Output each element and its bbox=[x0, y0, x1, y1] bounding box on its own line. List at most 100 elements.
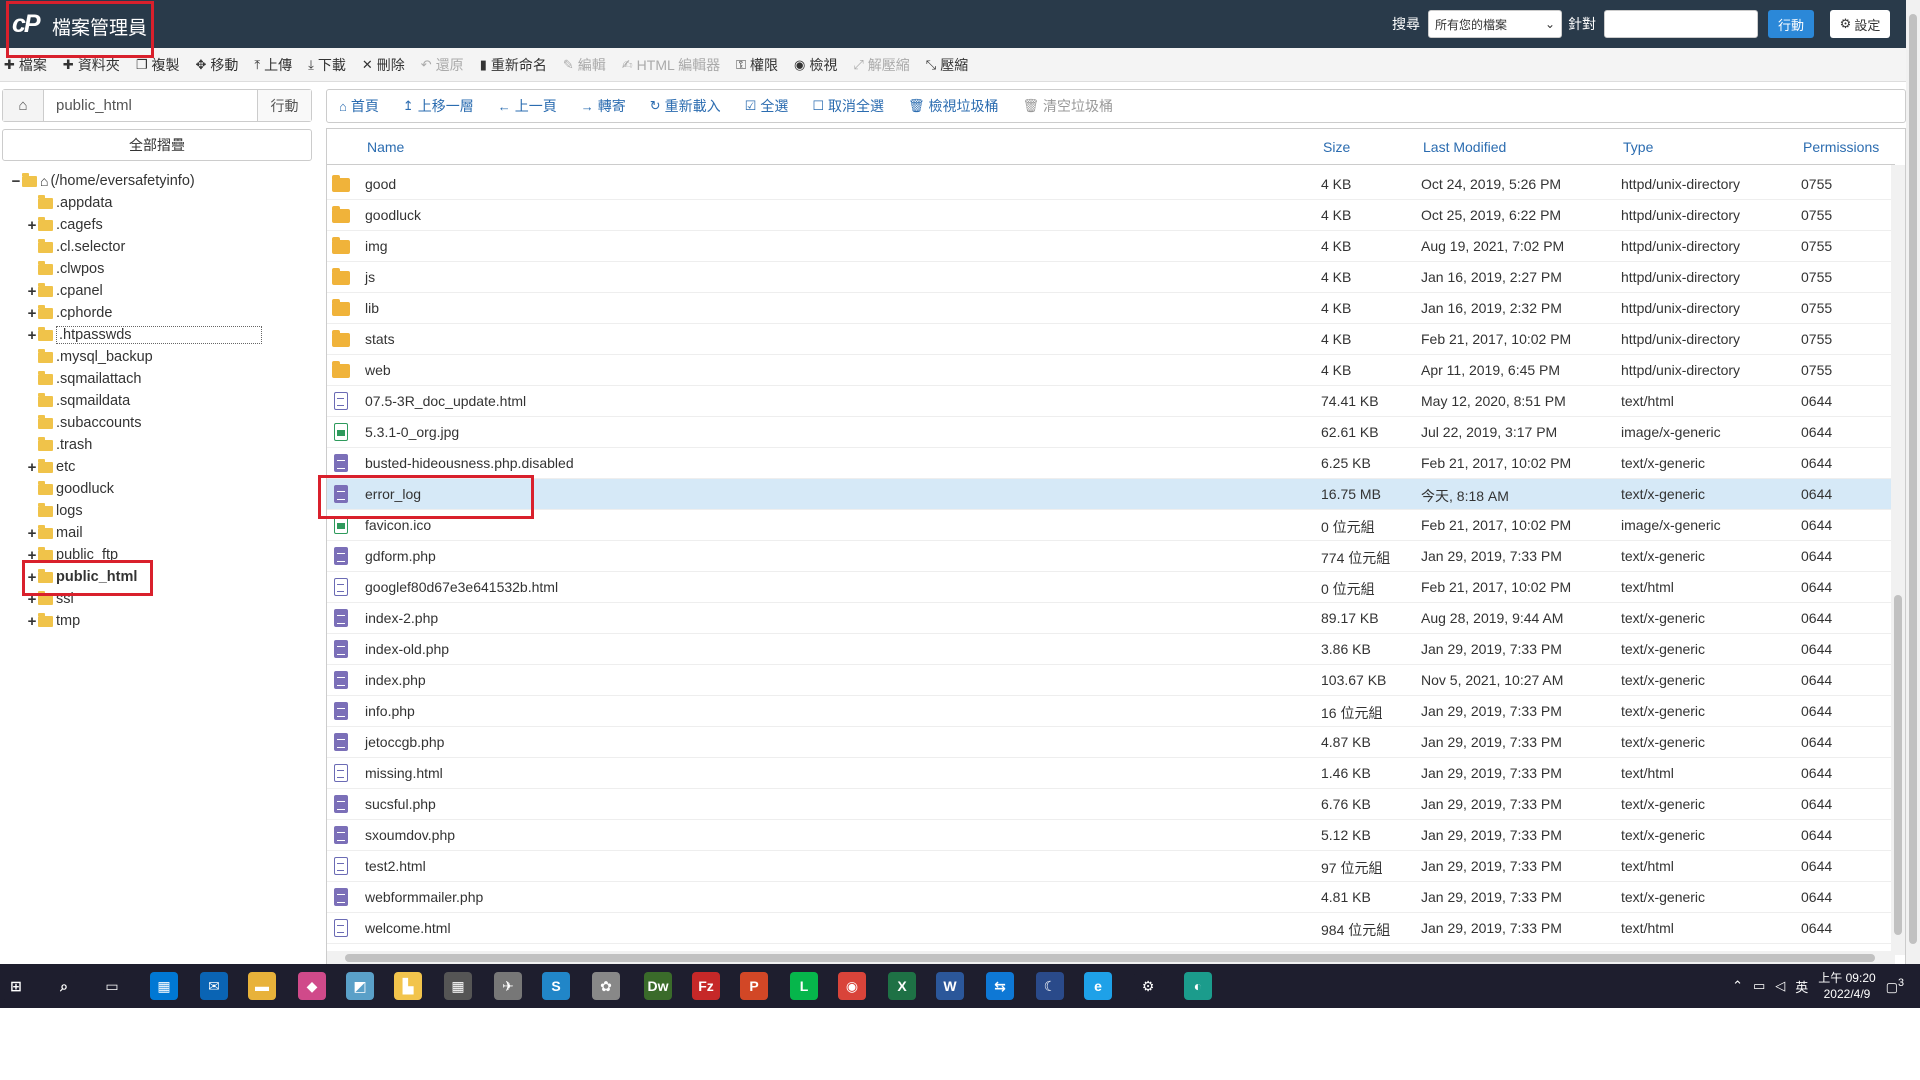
file-name[interactable]: web bbox=[365, 362, 391, 378]
horizontal-scroll-thumb[interactable] bbox=[345, 954, 1875, 962]
vertical-scrollbar[interactable] bbox=[1891, 165, 1905, 955]
file-name[interactable]: 07.5-3R_doc_update.html bbox=[365, 393, 526, 409]
table-row[interactable]: 5.3.1-0_org.jpg 62.61 KB Jul 22, 2019, 3:1… bbox=[327, 417, 1891, 448]
toolbar-button-5[interactable]: ⤓ 下載 bbox=[308, 55, 346, 75]
file-name[interactable]: sucsful.php bbox=[365, 796, 436, 812]
file-name[interactable]: index-old.php bbox=[365, 641, 449, 657]
column-name[interactable]: Name bbox=[367, 139, 404, 155]
nav-button-8[interactable]: 🗑 清空垃圾桶 bbox=[1023, 96, 1114, 116]
tree-expander-icon[interactable]: + bbox=[26, 459, 38, 476]
file-name[interactable]: busted-hideousness.php.disabled bbox=[365, 455, 574, 471]
store-icon[interactable]: ▦ bbox=[150, 972, 178, 1000]
file-name[interactable]: welcome.html bbox=[365, 920, 451, 936]
edge-icon[interactable]: ◐ bbox=[1184, 972, 1212, 1000]
tree-expander-icon[interactable]: + bbox=[26, 613, 38, 630]
file-name[interactable]: lib bbox=[365, 300, 379, 316]
toolbar-button-10[interactable]: ✍ HTML 編輯器 bbox=[622, 55, 720, 75]
file-name[interactable]: index-2.php bbox=[365, 610, 438, 626]
nav-button-1[interactable]: ↥ 上移一層 bbox=[403, 96, 474, 116]
file-name[interactable]: goodluck bbox=[365, 207, 421, 223]
table-row[interactable]: js 4 KB Jan 16, 2019, 2:27 PM httpd/unix-di… bbox=[327, 262, 1891, 293]
tree-expander-icon[interactable]: − bbox=[10, 173, 22, 190]
toolbar-button-12[interactable]: ◉ 檢視 bbox=[794, 55, 837, 75]
file-name[interactable]: img bbox=[365, 238, 388, 254]
tree-expander-icon[interactable]: + bbox=[26, 569, 38, 586]
notification-icon[interactable]: ▢3 bbox=[1886, 977, 1904, 995]
table-row[interactable]: test2.html 97 位元組 Jan 29, 2019, 7:33 PM tex… bbox=[327, 851, 1891, 882]
file-name[interactable]: info.php bbox=[365, 703, 415, 719]
toolbar-button-9[interactable]: ✎ 編輯 bbox=[563, 55, 606, 75]
line-icon[interactable]: L bbox=[790, 972, 818, 1000]
app-icon-4[interactable]: ☾ bbox=[1036, 972, 1064, 1000]
table-row[interactable]: sucsful.php 6.76 KB Jan 29, 2019, 7:33 PM t… bbox=[327, 789, 1891, 820]
table-row[interactable]: info.php 16 位元組 Jan 29, 2019, 7:33 PM text/… bbox=[327, 696, 1891, 727]
collapse-all-button[interactable]: 全部摺疊 bbox=[2, 129, 312, 161]
table-row[interactable]: img 4 KB Aug 19, 2021, 7:02 PM httpd/unix-d… bbox=[327, 231, 1891, 262]
notes-icon[interactable]: ▙ bbox=[394, 972, 422, 1000]
toolbar-button-4[interactable]: ⤒ 上傳 bbox=[254, 55, 292, 75]
tree-node[interactable]: + .cpanel bbox=[10, 280, 310, 302]
file-name[interactable]: missing.html bbox=[365, 765, 443, 781]
settings-button[interactable]: ⚙ 設定 bbox=[1830, 10, 1890, 38]
tree-node[interactable]: .trash bbox=[10, 434, 310, 456]
table-row[interactable]: missing.html 1.46 KB Jan 29, 2019, 7:33 PM… bbox=[327, 758, 1891, 789]
table-row[interactable]: gdform.php 774 位元組 Jan 29, 2019, 7:33 PM te… bbox=[327, 541, 1891, 572]
tree-node[interactable]: .sqmaildata bbox=[10, 390, 310, 412]
app-icon[interactable]: ◩ bbox=[346, 972, 374, 1000]
file-name[interactable]: webformmailer.php bbox=[365, 889, 483, 905]
cpanel-logo-icon[interactable]: cP bbox=[12, 11, 44, 37]
calculator-icon[interactable]: ▦ bbox=[444, 972, 472, 1000]
nav-button-6[interactable]: ☐ 取消全選 bbox=[812, 96, 884, 116]
table-row[interactable]: index.php 103.67 KB Nov 5, 2021, 10:27 AM t… bbox=[327, 665, 1891, 696]
ime-indicator[interactable]: 英 bbox=[1795, 977, 1808, 996]
search-go-button[interactable]: 行動 bbox=[1768, 10, 1814, 38]
tree-node[interactable]: logs bbox=[10, 500, 310, 522]
tree-expander-icon[interactable]: + bbox=[26, 283, 38, 300]
ie-icon[interactable]: e bbox=[1084, 972, 1112, 1000]
skype-icon[interactable]: S bbox=[542, 972, 570, 1000]
excel-icon[interactable]: X bbox=[888, 972, 916, 1000]
paint-icon[interactable]: ◆ bbox=[298, 972, 326, 1000]
tree-node[interactable]: − ⌂ (/home/eversafetyinfo) bbox=[10, 170, 310, 192]
chrome-icon[interactable]: ◉ bbox=[838, 972, 866, 1000]
word-icon[interactable]: W bbox=[936, 972, 964, 1000]
settings-icon[interactable]: ⚙ bbox=[1134, 972, 1162, 1000]
file-name[interactable]: js bbox=[365, 269, 375, 285]
tree-node[interactable]: + ssl bbox=[10, 588, 310, 610]
table-row[interactable]: good 4 KB Oct 24, 2019, 5:26 PM httpd/unix-… bbox=[327, 169, 1891, 200]
page-scrollbar[interactable] bbox=[1906, 0, 1920, 964]
tree-node[interactable]: goodluck bbox=[10, 478, 310, 500]
tree-expander-icon[interactable]: + bbox=[26, 525, 38, 542]
nav-button-4[interactable]: ↻ 重新載入 bbox=[650, 96, 721, 116]
tree-expander-icon[interactable]: + bbox=[26, 327, 38, 344]
table-row[interactable]: webformmailer.php 4.81 KB Jan 29, 2019, 7:… bbox=[327, 882, 1891, 913]
tree-node[interactable]: + public_html bbox=[10, 566, 310, 588]
nav-button-0[interactable]: ⌂ 首頁 bbox=[339, 96, 379, 116]
tree-node[interactable]: .subaccounts bbox=[10, 412, 310, 434]
teamviewer-icon[interactable]: ⇆ bbox=[986, 972, 1014, 1000]
nav-button-5[interactable]: ☑ 全選 bbox=[745, 96, 789, 116]
horizontal-scrollbar[interactable] bbox=[327, 951, 1895, 965]
table-row[interactable]: index-2.php 89.17 KB Aug 28, 2019, 9:44 AM… bbox=[327, 603, 1891, 634]
vertical-scroll-thumb[interactable] bbox=[1894, 595, 1902, 935]
table-row[interactable]: stats 4 KB Feb 21, 2017, 10:02 PM httpd/uni… bbox=[327, 324, 1891, 355]
toolbar-button-8[interactable]: ▮ 重新命名 bbox=[480, 55, 547, 75]
table-row[interactable]: favicon.ico 0 位元組 Feb 21, 2017, 10:02 PM im… bbox=[327, 510, 1891, 541]
toolbar-button-14[interactable]: ⤡ 壓縮 bbox=[926, 55, 968, 75]
file-name[interactable]: good bbox=[365, 176, 396, 192]
table-row[interactable]: googlef80d67e3e641532b.html 0 位元組 Feb 21, … bbox=[327, 572, 1891, 603]
tree-node[interactable]: + public_ftp bbox=[10, 544, 310, 566]
explorer-icon[interactable]: ▬ bbox=[248, 972, 276, 1000]
file-name[interactable]: googlef80d67e3e641532b.html bbox=[365, 579, 558, 595]
table-row[interactable]: web 4 KB Apr 11, 2019, 6:45 PM httpd/unix-d… bbox=[327, 355, 1891, 386]
tree-node[interactable]: + .htpasswds bbox=[10, 324, 310, 346]
volume-icon[interactable]: ◁ bbox=[1775, 978, 1785, 994]
chevron-up-icon[interactable]: ⌃ bbox=[1732, 978, 1743, 994]
page-scroll-thumb[interactable] bbox=[1909, 14, 1917, 944]
tree-node[interactable]: + .cagefs bbox=[10, 214, 310, 236]
table-row[interactable]: jetoccgb.php 4.87 KB Jan 29, 2019, 7:33 PM… bbox=[327, 727, 1891, 758]
toolbar-button-0[interactable]: ✚ 檔案 bbox=[4, 55, 47, 75]
search-icon[interactable]: ⌕ bbox=[50, 972, 78, 1000]
table-row[interactable]: busted-hideousness.php.disabled 6.25 KB Fe… bbox=[327, 448, 1891, 479]
toolbar-button-7[interactable]: ↶ 還原 bbox=[421, 55, 464, 75]
